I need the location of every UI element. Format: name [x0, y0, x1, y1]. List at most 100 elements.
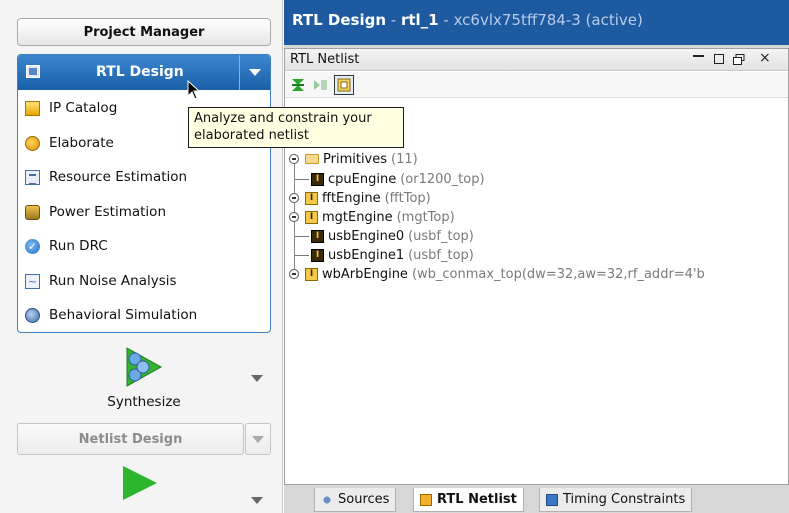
maximize-icon[interactable] — [714, 54, 724, 64]
menu-item-label: IP Catalog — [49, 100, 118, 116]
expand-toggle-icon[interactable] — [289, 154, 299, 164]
chevron-down-icon — [249, 69, 261, 76]
netlist-design-dropdown-button[interactable] — [245, 423, 271, 455]
chevron-down-icon — [252, 435, 264, 443]
collapse-all-button[interactable] — [288, 75, 308, 95]
tree-node-name: Primitives — [323, 151, 388, 167]
expand-toggle-icon[interactable] — [289, 269, 299, 279]
rtl-netlist-window-titlebar: RTL Netlist × — [285, 49, 788, 71]
minimize-icon[interactable] — [693, 55, 704, 57]
synthesize-dropdown-button[interactable] — [251, 375, 263, 382]
run-implementation-icon — [123, 466, 157, 500]
chevron-down-icon — [251, 497, 263, 504]
tree-node-name: mgtEngine — [322, 209, 393, 225]
netlist-design-control: Netlist Design — [17, 423, 271, 455]
tree-node-usbengine0[interactable]: I usbEngine0 (usbf_top) — [295, 227, 474, 245]
expand-toggle-icon[interactable] — [289, 193, 299, 203]
tree-node-usbengine1[interactable]: I usbEngine1 (usbf_top) — [295, 246, 474, 264]
tree-node-detail: (mgtTop) — [396, 209, 455, 225]
rtl-design-label: RTL Design — [96, 64, 184, 80]
instance-icon: I — [311, 248, 324, 262]
tree-node-name: usbEngine1 — [328, 247, 405, 263]
design-title-bar: RTL Design - rtl_1 - xc6vlx75tff784-3 (a… — [284, 0, 789, 45]
expand-toggle-icon[interactable] — [289, 212, 299, 222]
tree-node-name: fftEngine — [322, 190, 381, 206]
power-estimation-icon — [25, 204, 40, 220]
tooltip-line: Analyze and constrain your — [194, 111, 372, 126]
check-icon: ✓ — [25, 238, 40, 254]
menu-item-label: Run DRC — [49, 238, 108, 254]
menu-item-run-drc[interactable]: ✓ Run DRC — [18, 229, 270, 263]
synthesize-icon — [126, 347, 163, 387]
instance-icon: I — [311, 172, 324, 186]
tooltip: Analyze and constrain your elaborated ne… — [188, 107, 404, 148]
tab-timing-constraints[interactable]: Timing Constraints — [539, 488, 693, 512]
simulation-icon — [25, 307, 40, 323]
tree-node-detail: (wb_conmax_top(dw=32,aw=32,rf_addr=4'b — [411, 266, 705, 282]
folder-icon — [305, 154, 319, 164]
tree-node-name: wbArbEngine — [322, 266, 408, 282]
tree-connector — [295, 178, 309, 180]
flow-navigator: Project Manager RTL Design IP Catalog El… — [0, 0, 283, 513]
tree-node-detail: (or1200_top) — [400, 171, 485, 187]
tree-node-primitives[interactable]: Primitives (11) — [289, 150, 418, 168]
tree-node-detail: (usbf_top) — [408, 228, 474, 244]
implement-step[interactable] — [17, 462, 271, 513]
rtl-netlist-icon — [420, 493, 432, 506]
tab-sources[interactable]: Sources — [314, 488, 397, 512]
tooltip-line: elaborated netlist — [194, 128, 310, 143]
title-part-detail: xc6vlx75tff784-3 (active) — [453, 11, 643, 29]
rtl-netlist-window-title: RTL Netlist — [290, 52, 360, 67]
resource-estimation-icon — [25, 169, 40, 185]
show-hierarchy-button[interactable] — [334, 75, 354, 95]
netlist-design-button[interactable]: Netlist Design — [17, 423, 244, 455]
elaborate-icon — [25, 135, 40, 151]
workspace: RTL Design - rtl_1 - xc6vlx75tff784-3 (a… — [284, 0, 789, 513]
waveform-icon: ~ — [25, 273, 40, 289]
tree-node-cpuengine[interactable]: I cpuEngine (or1200_top) — [295, 170, 485, 188]
hierarchy-icon — [337, 78, 351, 92]
synthesize-step[interactable]: Synthesize — [17, 343, 271, 415]
menu-item-power-estimation[interactable]: Power Estimation — [18, 195, 270, 229]
tree-node-fftengine[interactable]: I fftEngine (fftTop) — [289, 189, 431, 207]
tree-node-wbarbengine[interactable]: I wbArbEngine (wb_conmax_top(dw=32,aw=32… — [289, 265, 705, 283]
tree-node-detail: (fftTop) — [384, 190, 431, 206]
rtl-design-header[interactable]: RTL Design — [18, 55, 270, 90]
title-prefix: RTL Design — [292, 11, 386, 29]
menu-item-label: Power Estimation — [49, 204, 166, 220]
menu-item-resource-estimation[interactable]: Resource Estimation — [18, 160, 270, 194]
tab-label: Timing Constraints — [563, 492, 686, 507]
instance-icon: I — [311, 229, 324, 243]
rtl-netlist-toolbar — [285, 72, 788, 98]
ip-catalog-icon — [25, 100, 40, 116]
close-icon[interactable]: × — [759, 50, 771, 66]
project-manager-button[interactable]: Project Manager — [17, 18, 271, 46]
collapse-all-icon — [292, 79, 304, 91]
tab-label: Sources — [338, 492, 390, 507]
hierarchy-cell-icon: I — [305, 191, 318, 205]
menu-item-label: Elaborate — [49, 135, 114, 151]
hierarchy-cell-icon: I — [305, 210, 318, 224]
expand-all-button[interactable] — [311, 75, 331, 95]
timing-constraints-icon — [546, 493, 558, 506]
expand-all-icon — [314, 80, 327, 90]
sources-icon — [321, 493, 333, 506]
tab-rtl-netlist[interactable]: RTL Netlist — [413, 488, 524, 512]
tab-label: RTL Netlist — [437, 492, 517, 507]
restore-icon[interactable] — [733, 53, 745, 65]
menu-item-run-noise-analysis[interactable]: ~ Run Noise Analysis — [18, 264, 270, 298]
tree-node-name: cpuEngine — [328, 171, 397, 187]
menu-item-behavioral-simulation[interactable]: Behavioral Simulation — [18, 298, 270, 332]
menu-item-label: Resource Estimation — [49, 169, 188, 185]
tree-connector — [295, 235, 309, 237]
rtl-design-panel: RTL Design IP Catalog Elaborate Resource… — [17, 54, 271, 333]
menu-item-label: Behavioral Simulation — [49, 307, 198, 323]
tree-node-mgtengine[interactable]: I mgtEngine (mgtTop) — [289, 208, 455, 226]
title-separator: - — [438, 11, 454, 29]
tree-connector — [295, 254, 309, 256]
implement-dropdown-button[interactable] — [251, 497, 263, 504]
mouse-cursor-icon — [187, 80, 201, 100]
tree-node-detail: (11) — [391, 151, 418, 167]
tree-node-detail: (usbf_top) — [408, 247, 474, 263]
rtl-design-dropdown-button[interactable] — [240, 55, 270, 90]
